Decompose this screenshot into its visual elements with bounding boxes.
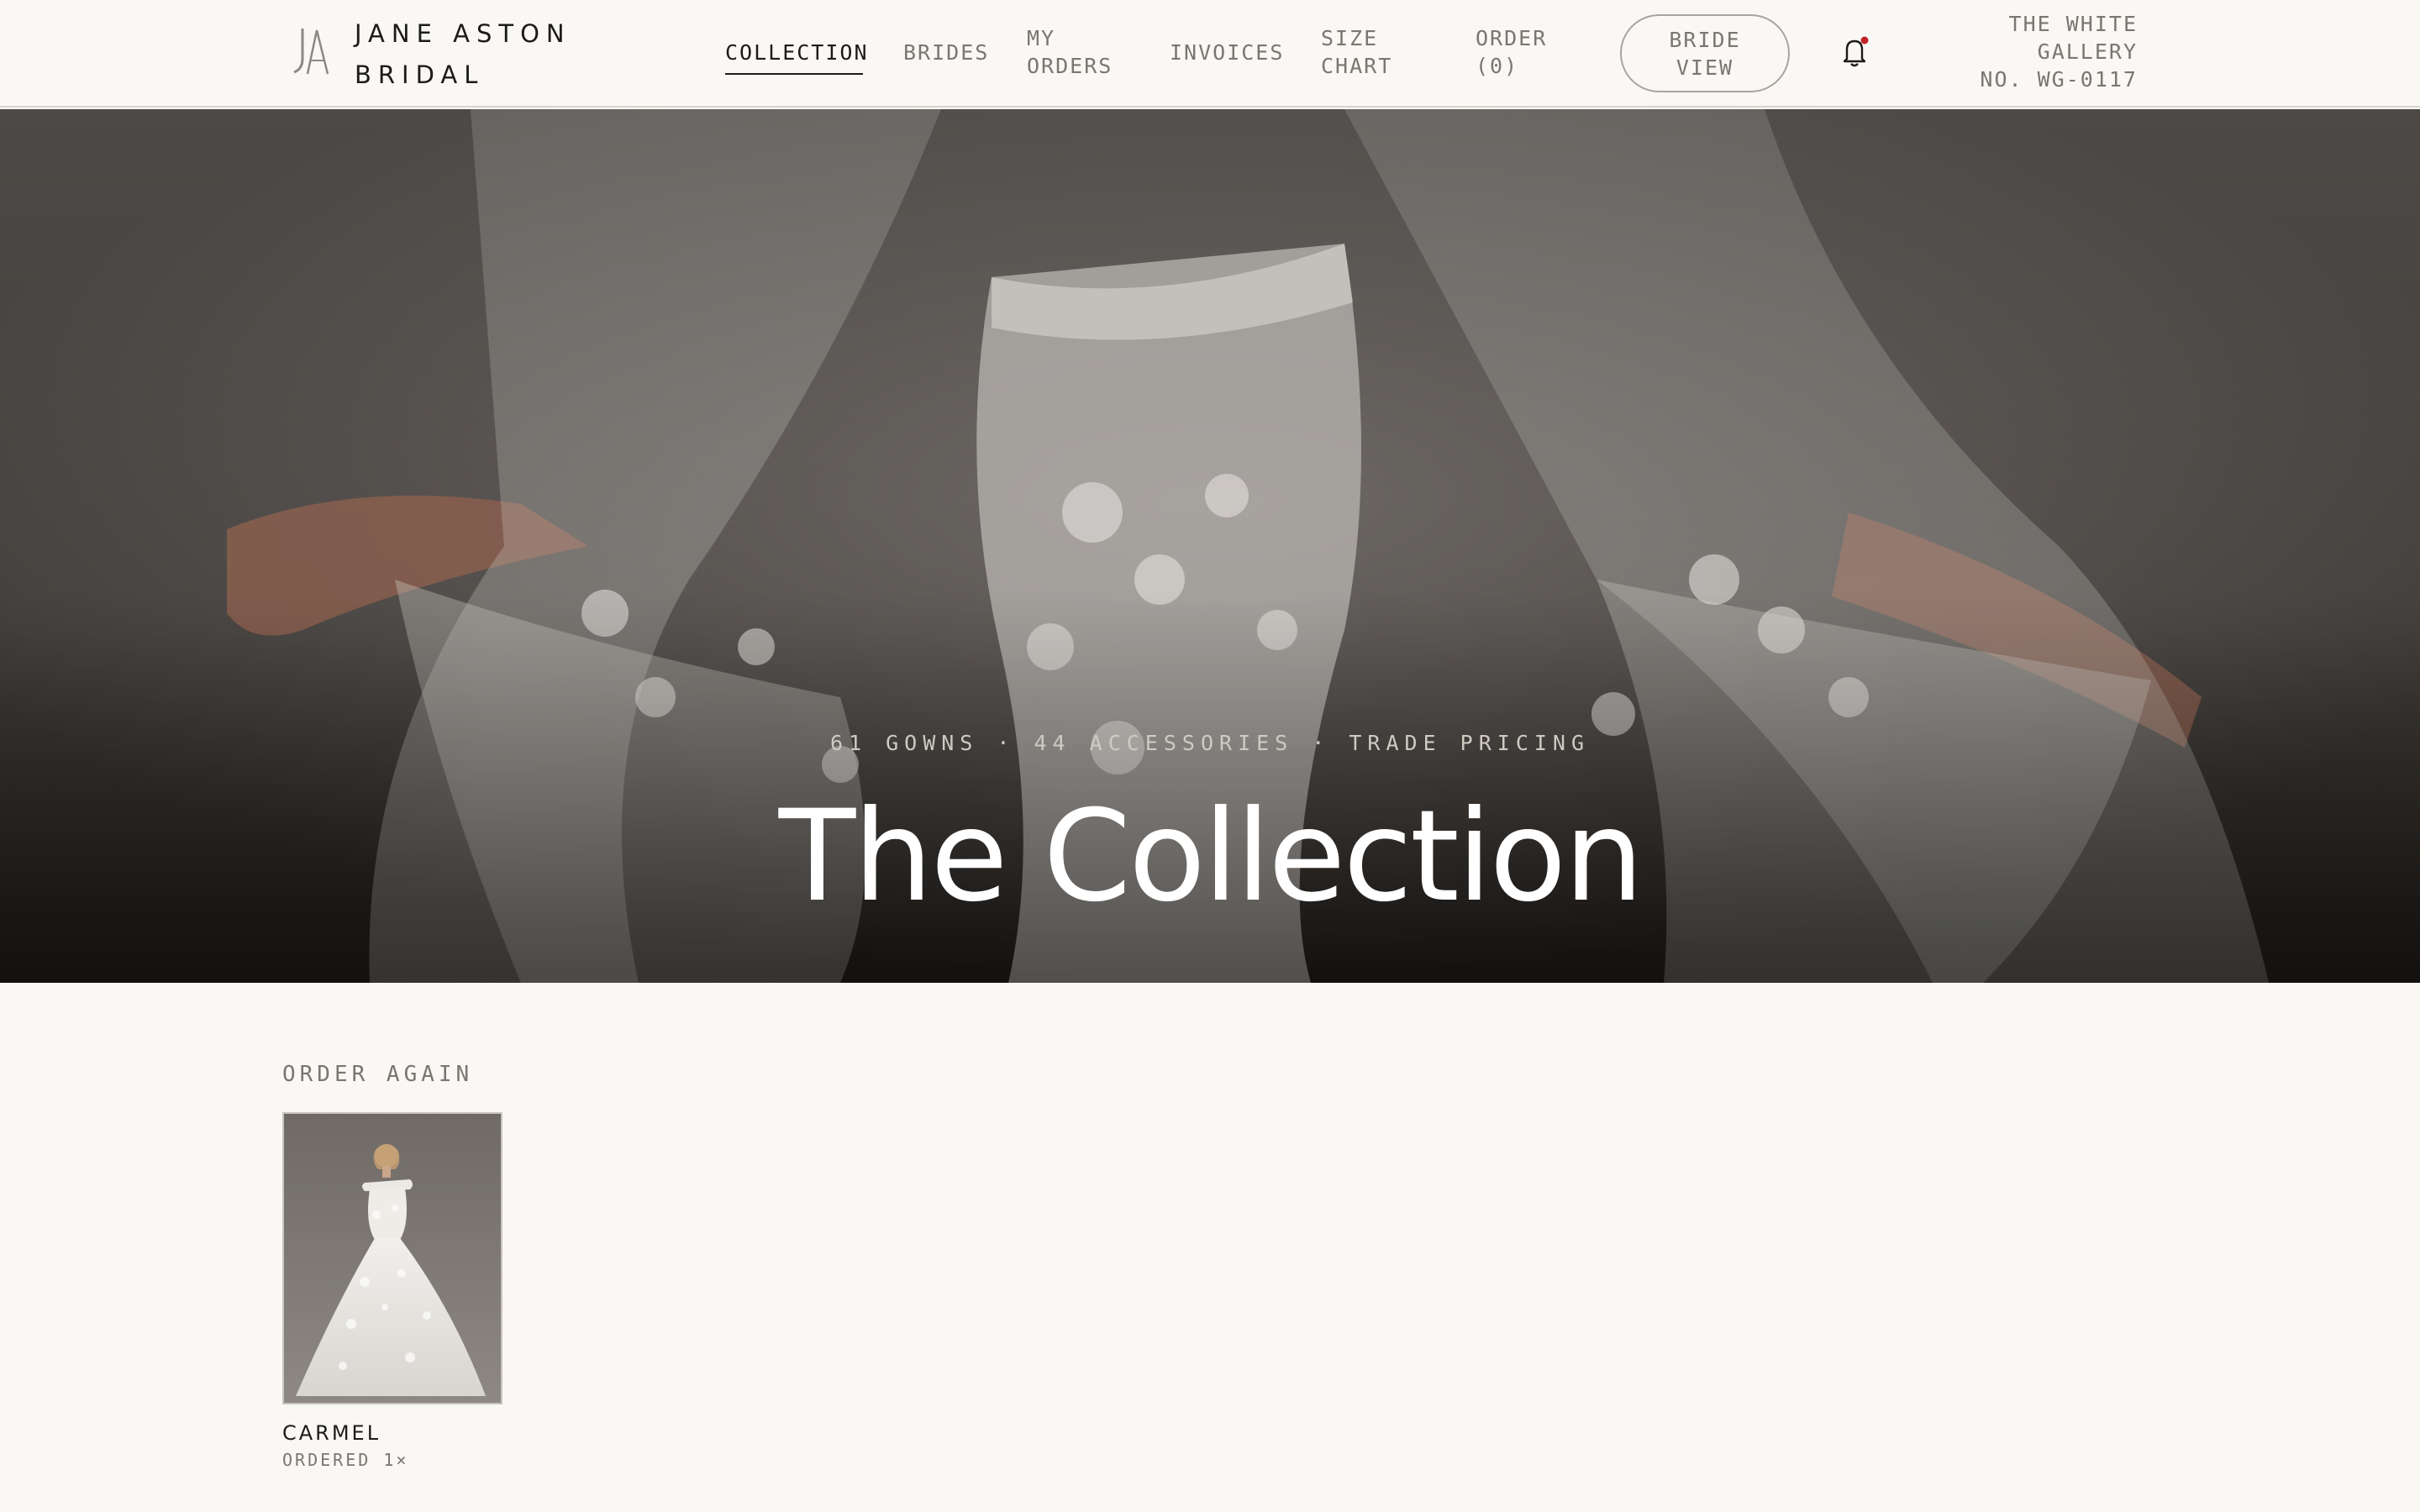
product-card[interactable]: CARMEL ORDERED 1× xyxy=(282,1112,502,1470)
product-thumbnail[interactable] xyxy=(282,1112,502,1404)
brand-line-1: JANE ASTON xyxy=(355,19,571,48)
nav-invoices[interactable]: INVOICES xyxy=(1170,39,1284,66)
nav-brides[interactable]: BRIDES xyxy=(903,39,989,66)
top-header: JANE ASTON BRIDAL COLLECTION BRIDES MY O… xyxy=(0,0,2420,108)
brand-name[interactable]: JANE ASTON BRIDAL xyxy=(355,13,607,96)
nav-collection[interactable]: COLLECTION xyxy=(725,39,869,66)
product-name[interactable]: CARMEL xyxy=(282,1421,501,1445)
account-number: NO. WG-0117 xyxy=(1980,67,2138,92)
hero-meta: 61 GOWNS · 44 ACCESSORIES · TRADE PRICIN… xyxy=(829,731,1591,755)
page: JANE ASTON BRIDAL COLLECTION BRIDES MY O… xyxy=(0,0,2420,1512)
order-again-heading: ORDER AGAIN xyxy=(282,1062,474,1087)
nav-my-orders[interactable]: MY ORDERS xyxy=(1027,24,1113,80)
nav-order-cart[interactable]: ORDER (0) xyxy=(1476,24,1547,80)
nav-size-chart[interactable]: SIZE CHART xyxy=(1321,24,1392,80)
account-name-line-1: THE WHITE xyxy=(2008,12,2138,36)
page-title: The Collection xyxy=(778,784,1644,930)
product-order-count: ORDERED 1× xyxy=(282,1450,409,1470)
nav-active-underline xyxy=(725,73,863,75)
hero-banner: 61 GOWNS · 44 ACCESSORIES · TRADE PRICIN… xyxy=(0,109,2420,983)
notification-dot xyxy=(1860,36,1869,45)
bell-icon[interactable] xyxy=(1840,35,1870,69)
brand-line-2: BRIDAL xyxy=(355,60,485,89)
account-name-line-2: GALLERY xyxy=(2037,39,2138,64)
bride-view-button[interactable]: BRIDE VIEW xyxy=(1620,14,1790,92)
ja-monogram-icon[interactable] xyxy=(291,25,331,77)
account-info[interactable]: THE WHITE GALLERY NO. WG-0117 xyxy=(1886,10,2138,93)
